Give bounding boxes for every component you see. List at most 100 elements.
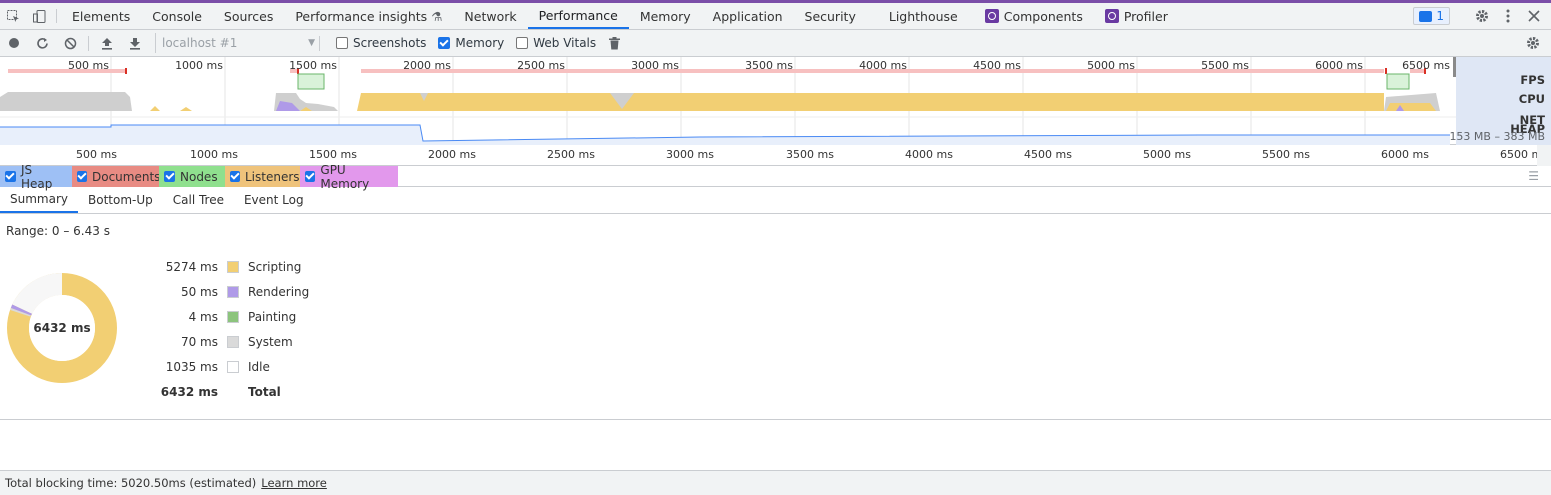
counter-label: Listeners [245, 169, 300, 184]
download-icon[interactable] [121, 30, 149, 57]
legend-row-total: 6432 ms Total [150, 383, 281, 401]
tab-summary[interactable]: Summary [0, 187, 78, 213]
legend-value: 4 ms [188, 310, 218, 324]
counter-label: Nodes [180, 169, 218, 184]
tab-application[interactable]: Application [702, 3, 794, 29]
learn-more-link[interactable]: Learn more [261, 476, 327, 490]
performance-toolbar: localhost #1 ▼ Screenshots Memory Web Vi… [0, 30, 1551, 57]
issues-counter[interactable]: 1 [1413, 7, 1450, 25]
tab-components[interactable]: Components [969, 3, 1094, 29]
overview-tick-label: 3000 ms [631, 59, 679, 72]
settings-gear-icon[interactable] [1469, 9, 1495, 23]
checkbox-box[interactable] [305, 171, 316, 182]
tab-profiler[interactable]: Profiler [1094, 3, 1179, 29]
legend-label: Rendering [248, 285, 310, 299]
legend-label: Painting [248, 310, 297, 324]
close-icon[interactable] [1521, 10, 1547, 22]
checkbox-label: Screenshots [353, 36, 427, 50]
range-text: Range: 0 – 6.43 s [6, 224, 110, 238]
dropdown-arrow-icon: ▼ [308, 38, 315, 48]
ruler-tick-label: 5000 ms [1143, 148, 1191, 161]
tab-security[interactable]: Security [794, 3, 867, 29]
legend-label: System [248, 335, 293, 349]
legend-row-idle: 1035 ms Idle [150, 358, 270, 376]
react-icon [984, 9, 999, 23]
cpu-track [0, 92, 1440, 111]
drag-handle-icon[interactable]: ☰ [1528, 166, 1539, 186]
tab-label: Network [464, 8, 517, 24]
tab-call-tree[interactable]: Call Tree [163, 187, 234, 213]
capture-settings-gear-icon[interactable] [1519, 30, 1547, 57]
legend-swatch [227, 361, 239, 373]
screenshots-checkbox[interactable]: Screenshots [336, 36, 426, 50]
checkbox-box[interactable] [5, 171, 16, 182]
timeline-overview[interactable]: 500 ms 1000 ms 1500 ms 2000 ms 2500 ms 3… [0, 57, 1551, 145]
tabbar-right: 1 [1413, 3, 1551, 29]
overview-tick-label: 5500 ms [1201, 59, 1249, 72]
tab-elements[interactable]: Elements [61, 3, 141, 29]
ruler-tick-label: 500 ms [76, 148, 117, 161]
overview-tick-label: 2500 ms [517, 59, 565, 72]
tab-label: Sources [223, 8, 274, 24]
tab-label: Performance insights [295, 8, 428, 24]
tab-performance[interactable]: Performance [527, 3, 629, 29]
record-icon[interactable] [0, 30, 28, 57]
counter-documents[interactable]: Documents [72, 166, 160, 187]
ruler-tick-label: 5500 ms [1262, 148, 1310, 161]
ruler-tick-label: 3000 ms [666, 148, 714, 161]
overview-track-labels: FPS CPU NET HEAP [1510, 71, 1545, 139]
checkbox-box[interactable] [438, 37, 451, 49]
legend-label: Total [248, 385, 281, 399]
clear-icon[interactable] [56, 30, 84, 57]
memory-checkbox[interactable]: Memory [438, 36, 504, 50]
device-toolbar-icon[interactable] [26, 3, 52, 29]
reload-icon[interactable] [28, 30, 56, 57]
inspect-element-icon[interactable] [0, 3, 26, 29]
details-tabs: Summary Bottom-Up Call Tree Event Log [0, 187, 1551, 214]
trash-icon[interactable] [600, 30, 628, 57]
web-vitals-checkbox[interactable]: Web Vitals [516, 36, 596, 50]
tab-label: Event Log [243, 193, 304, 207]
profile-select-value: localhost #1 [162, 36, 238, 50]
summary-pie-chart: 6432 ms [7, 273, 117, 383]
checkbox-box[interactable] [77, 171, 87, 182]
counter-nodes[interactable]: Nodes [159, 166, 225, 187]
checkbox-box[interactable] [164, 171, 175, 182]
counter-js-heap[interactable]: JS Heap [0, 163, 72, 191]
ruler-tick-label: 6000 ms [1381, 148, 1429, 161]
legend-value: 50 ms [180, 285, 218, 299]
ruler-tick-label: 4000 ms [905, 148, 953, 161]
tab-bottom-up[interactable]: Bottom-Up [78, 187, 163, 213]
checkbox-label: Memory [455, 36, 505, 50]
counter-gpu-memory[interactable]: GPU Memory [300, 163, 398, 191]
tab-console[interactable]: Console [141, 3, 213, 29]
tab-performance-insights[interactable]: Performance insights ⚗ [284, 3, 453, 29]
checkbox-box[interactable] [336, 37, 348, 49]
tab-label: Security [804, 8, 856, 24]
overview-tick-label: 1000 ms [175, 59, 223, 72]
ruler-tick-label: 2000 ms [428, 148, 476, 161]
tab-lighthouse[interactable]: Lighthouse [867, 3, 969, 29]
react-icon [1104, 9, 1119, 23]
counter-listeners[interactable]: Listeners [225, 166, 300, 187]
separator [319, 35, 320, 51]
tab-label: Summary [10, 192, 68, 206]
tab-memory[interactable]: Memory [629, 3, 702, 29]
tab-label: Performance [538, 7, 618, 23]
cpu-label: CPU [1518, 92, 1545, 106]
ruler-scrollbar[interactable] [1537, 145, 1551, 166]
tab-event-log[interactable]: Event Log [234, 187, 314, 213]
checkbox-box[interactable] [516, 37, 529, 49]
more-options-icon[interactable] [1495, 9, 1521, 23]
tab-network[interactable]: Network [453, 3, 527, 29]
status-footer: Total blocking time: 5020.50ms (estimate… [0, 470, 1551, 495]
separator [56, 9, 57, 23]
overview-tick-label: 6500 ms [1402, 59, 1450, 72]
ruler-tick-label: 4500 ms [1024, 148, 1072, 161]
tab-label: Lighthouse [888, 8, 958, 24]
checkbox-box[interactable] [230, 171, 240, 182]
legend-row-rendering: 50 ms Rendering [150, 283, 309, 301]
profile-select[interactable]: localhost #1 ▼ [155, 33, 315, 53]
upload-icon[interactable] [93, 30, 121, 57]
tab-sources[interactable]: Sources [213, 3, 284, 29]
